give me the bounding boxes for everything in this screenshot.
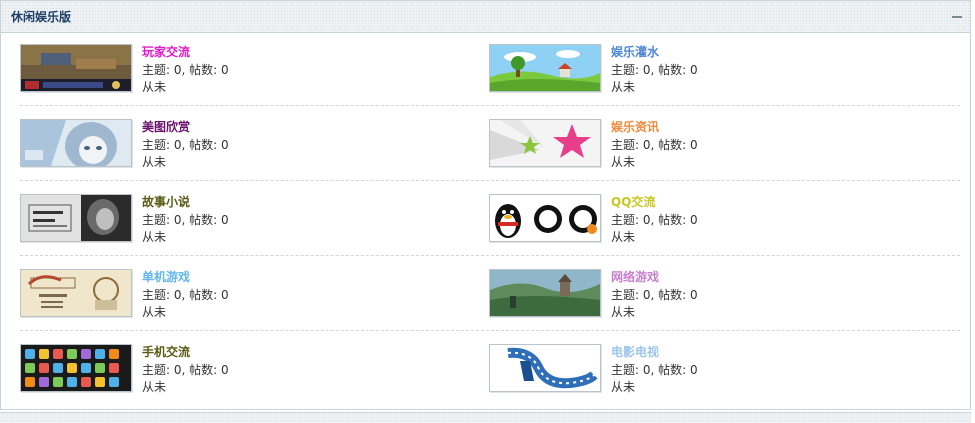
- forum-name[interactable]: 电影电视: [611, 344, 659, 360]
- forum-name[interactable]: 娱乐资讯: [611, 119, 659, 135]
- forum-name[interactable]: 手机交流: [142, 344, 190, 360]
- forum-item: QQ交流 主题: 0, 帖数: 0 从未: [489, 194, 919, 244]
- forum-row: 手机交流 主题: 0, 帖数: 0 从未 电影电视 主题: 0, 帖数: 0 从…: [20, 338, 960, 413]
- forum-last-post[interactable]: 从未: [142, 305, 166, 320]
- forum-item: 娱乐灌水 主题: 0, 帖数: 0 从未: [489, 44, 919, 94]
- anime-girl-thumbnail[interactable]: [20, 119, 132, 167]
- forum-name[interactable]: 娱乐灌水: [611, 44, 659, 60]
- forum-last-post[interactable]: 从未: [611, 155, 635, 170]
- meadow-landscape-thumbnail[interactable]: [489, 44, 601, 92]
- forum-item: 网络游戏 主题: 0, 帖数: 0 从未: [489, 269, 919, 319]
- forum-item: 手机交流 主题: 0, 帖数: 0 从未: [20, 344, 450, 394]
- phone-apps-thumbnail[interactable]: [20, 344, 132, 392]
- row-divider: [20, 255, 960, 256]
- forum-item: 故事小说 主题: 0, 帖数: 0 从未: [20, 194, 450, 244]
- forum-last-post[interactable]: 从未: [142, 80, 166, 95]
- forum-stats: 主题: 0, 帖数: 0: [611, 213, 698, 227]
- category-header: 休闲娱乐版: [1, 1, 970, 33]
- forum-stats: 主题: 0, 帖数: 0: [142, 213, 229, 227]
- forum-category-panel: 休闲娱乐版 玩家交流 主题: 0, 帖数: 0 从未 娱乐灌水 主题: 0, 帖…: [0, 0, 971, 410]
- forum-name[interactable]: 玩家交流: [142, 44, 190, 60]
- forum-row: 美图欣赏 主题: 0, 帖数: 0 从未 娱乐资讯 主题: 0, 帖数: 0 从…: [20, 113, 960, 188]
- forum-name[interactable]: 网络游戏: [611, 269, 659, 285]
- contra-game-thumbnail[interactable]: [20, 269, 132, 317]
- next-category-header: [0, 412, 971, 423]
- game-screenshot-thumbnail[interactable]: [20, 44, 132, 92]
- forum-name[interactable]: 美图欣赏: [142, 119, 190, 135]
- forum-name[interactable]: QQ交流: [611, 194, 655, 210]
- forum-last-post[interactable]: 从未: [142, 155, 166, 170]
- online-game-thumbnail[interactable]: [489, 269, 601, 317]
- stars-thumbnail[interactable]: [489, 119, 601, 167]
- forum-item: 玩家交流 主题: 0, 帖数: 0 从未: [20, 44, 450, 94]
- forum-last-post[interactable]: 从未: [142, 380, 166, 395]
- forum-list: 玩家交流 主题: 0, 帖数: 0 从未 娱乐灌水 主题: 0, 帖数: 0 从…: [20, 38, 960, 413]
- row-divider: [20, 180, 960, 181]
- row-divider: [20, 330, 960, 331]
- forum-stats: 主题: 0, 帖数: 0: [611, 138, 698, 152]
- qq-penguin-thumbnail[interactable]: [489, 194, 601, 242]
- forum-stats: 主题: 0, 帖数: 0: [142, 288, 229, 302]
- row-divider: [20, 105, 960, 106]
- forum-row: 玩家交流 主题: 0, 帖数: 0 从未 娱乐灌水 主题: 0, 帖数: 0 从…: [20, 38, 960, 113]
- forum-stats: 主题: 0, 帖数: 0: [142, 138, 229, 152]
- forum-item: 电影电视 主题: 0, 帖数: 0 从未: [489, 344, 919, 394]
- forum-item: 美图欣赏 主题: 0, 帖数: 0 从未: [20, 119, 450, 169]
- forum-last-post[interactable]: 从未: [611, 305, 635, 320]
- forum-last-post[interactable]: 从未: [611, 230, 635, 245]
- forum-item: 单机游戏 主题: 0, 帖数: 0 从未: [20, 269, 450, 319]
- forum-last-post[interactable]: 从未: [142, 230, 166, 245]
- forum-name[interactable]: 故事小说: [142, 194, 190, 210]
- forum-row: 单机游戏 主题: 0, 帖数: 0 从未 网络游戏 主题: 0, 帖数: 0 从…: [20, 263, 960, 338]
- forum-stats: 主题: 0, 帖数: 0: [611, 63, 698, 77]
- forum-row: 故事小说 主题: 0, 帖数: 0 从未 QQ交流 主题: 0, 帖数: 0 从…: [20, 188, 960, 263]
- forum-stats: 主题: 0, 帖数: 0: [611, 363, 698, 377]
- forum-name[interactable]: 单机游戏: [142, 269, 190, 285]
- minus-icon[interactable]: [952, 12, 962, 22]
- forum-last-post[interactable]: 从未: [611, 380, 635, 395]
- forum-stats: 主题: 0, 帖数: 0: [142, 63, 229, 77]
- category-title[interactable]: 休闲娱乐版: [11, 9, 71, 25]
- film-strip-thumbnail[interactable]: [489, 344, 601, 392]
- forum-last-post[interactable]: 从未: [611, 80, 635, 95]
- forum-stats: 主题: 0, 帖数: 0: [611, 288, 698, 302]
- story-thumbnail[interactable]: [20, 194, 132, 242]
- forum-stats: 主题: 0, 帖数: 0: [142, 363, 229, 377]
- forum-item: 娱乐资讯 主题: 0, 帖数: 0 从未: [489, 119, 919, 169]
